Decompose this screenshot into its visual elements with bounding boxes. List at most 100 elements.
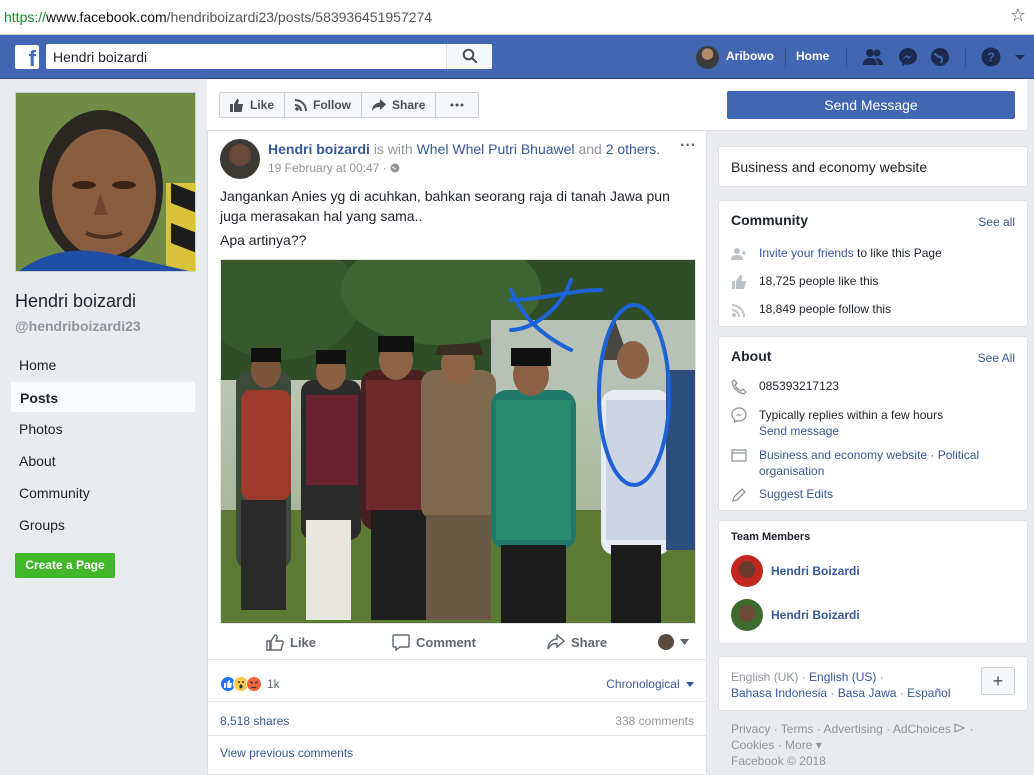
author-avatar[interactable] <box>220 139 260 179</box>
post-card: Hendri boizardi is with Whel Whel Putri … <box>207 131 708 775</box>
comments-count[interactable]: 338 comments <box>615 714 694 728</box>
team-member-avatar[interactable] <box>731 599 763 631</box>
separator: · <box>798 670 810 684</box>
language-english-us-link[interactable]: English (US) <box>809 670 876 684</box>
follows-count-text: 18,849 people follow this <box>759 302 892 316</box>
nav-community[interactable]: Community <box>10 477 196 509</box>
invite-friends-link[interactable]: Invite your friends <box>759 246 854 260</box>
divider <box>785 47 786 67</box>
about-title: About <box>731 348 772 364</box>
language-espanol-link[interactable]: Español <box>907 686 950 700</box>
rss-follow-icon <box>732 304 745 317</box>
reaction-count: 1k <box>267 677 280 691</box>
post-share-button[interactable]: Share <box>547 634 607 650</box>
angry-reaction-icon <box>246 676 262 692</box>
thumbs-up-icon <box>732 275 746 289</box>
invite-friends-row: Invite your friends to like this Page <box>731 246 1017 262</box>
about-send-message-link[interactable]: Send message <box>759 424 839 438</box>
post-like-button[interactable]: Like <box>266 634 316 651</box>
and-text: and <box>578 141 602 157</box>
about-see-all-link[interactable]: See All <box>978 351 1015 365</box>
help-icon[interactable]: ? <box>980 46 1002 68</box>
nav-about[interactable]: About <box>10 445 196 477</box>
page-category-text: Business and economy website <box>731 159 928 175</box>
about-box: About See All 085393217123 Typically rep… <box>718 336 1028 511</box>
account-menu-chevron-icon[interactable] <box>1014 54 1026 62</box>
separator: · <box>896 686 908 700</box>
nav-groups[interactable]: Groups <box>10 509 196 541</box>
user-avatar[interactable] <box>696 46 719 69</box>
tagged-person-link[interactable]: Whel Whel Putri Bhuawel <box>417 141 575 157</box>
friend-requests-icon[interactable] <box>862 46 884 68</box>
page-profile-picture[interactable] <box>15 92 196 272</box>
view-previous-comments-link[interactable]: View previous comments <box>220 746 353 760</box>
follows-row: 18,849 people follow this <box>731 302 1017 318</box>
response-time-text: Typically replies within a few hours <box>759 408 944 422</box>
home-link[interactable]: Home <box>796 49 829 63</box>
reaction-summary[interactable]: 1k <box>220 676 280 692</box>
bookmark-star-icon[interactable]: ☆ <box>1010 5 1026 26</box>
more-options-button[interactable] <box>436 93 478 117</box>
left-column: Hendri boizardi @hendriboizardi23 Home P… <box>0 79 207 775</box>
footer-links-line-2[interactable]: Cookies · More ▾ <box>731 737 1021 753</box>
post-header: Hendri boizardi is with Whel Whel Putri … <box>268 141 660 157</box>
post-date-link[interactable]: 19 February at 00:47 · <box>268 161 387 175</box>
categories-link[interactable]: Business and economy website · Political… <box>759 447 1017 479</box>
page-name[interactable]: Hendri boizardi <box>15 291 136 312</box>
team-member-name-link[interactable]: Hendri Boizardi <box>771 608 860 622</box>
adchoices-icon <box>954 723 966 733</box>
follow-label: Follow <box>313 98 352 112</box>
comment-order-dropdown[interactable]: Chronological <box>606 677 694 691</box>
post-options-icon[interactable]: ··· <box>680 137 696 155</box>
team-members-box: Team Members Hendri Boizardi Hendri Boiz… <box>718 520 1028 644</box>
search-input[interactable]: Hendri boizardi <box>53 49 147 65</box>
post-actions: Like Comment Share <box>208 624 708 660</box>
divider <box>846 47 847 67</box>
suggest-edits-link[interactable]: Suggest Edits <box>759 487 833 501</box>
profile-photo-image <box>16 93 195 271</box>
languages-box: English (UK) · English (US) · Bahasa Ind… <box>718 656 1028 711</box>
crowd-photo-image <box>221 260 695 623</box>
language-bahasa-indonesia-link[interactable]: Bahasa Indonesia <box>731 686 827 700</box>
create-page-button[interactable]: Create a Page <box>15 553 115 578</box>
team-members-title: Team Members <box>731 531 811 543</box>
send-message-button[interactable]: Send Message <box>727 91 1015 119</box>
community-see-all-link[interactable]: See all <box>978 215 1015 229</box>
team-member-name-link[interactable]: Hendri Boizardi <box>771 564 860 578</box>
post-comment-label: Comment <box>416 635 476 650</box>
language-basa-jawa-link[interactable]: Basa Jawa <box>838 686 897 700</box>
messenger-icon[interactable] <box>897 46 919 68</box>
url-host: www.facebook.com <box>46 9 167 25</box>
more-languages-button[interactable]: + <box>981 667 1015 695</box>
nav-photos[interactable]: Photos <box>10 413 196 445</box>
search-icon <box>462 48 478 64</box>
post-photo[interactable] <box>220 259 696 624</box>
footer-links-text[interactable]: Privacy · Terms · Advertising · AdChoice… <box>731 722 951 736</box>
team-member-avatar[interactable] <box>731 555 763 587</box>
category-folder-icon <box>731 449 747 462</box>
share-arrow-icon <box>372 99 387 111</box>
page-navigation: Home Posts Photos About Community Groups <box>10 349 196 541</box>
notifications-globe-icon[interactable] <box>929 46 951 68</box>
nav-posts[interactable]: Posts <box>10 381 196 413</box>
share-outline-icon <box>547 634 565 650</box>
nav-home[interactable]: Home <box>10 349 196 381</box>
facebook-logo-icon[interactable]: f <box>15 45 39 69</box>
separator: · <box>827 686 838 700</box>
others-link[interactable]: 2 others. <box>606 141 660 157</box>
author-name-link[interactable]: Hendri boizardi <box>268 141 370 157</box>
user-name-link[interactable]: Aribowo <box>726 49 774 63</box>
follow-button[interactable]: Follow <box>285 93 363 117</box>
search-button[interactable] <box>446 44 492 69</box>
share-page-button[interactable]: Share <box>362 93 437 117</box>
shares-link[interactable]: 8,518 shares <box>220 714 289 728</box>
footer-links-line-1[interactable]: Privacy · Terms · Advertising · AdChoice… <box>731 721 1021 737</box>
search-box[interactable]: Hendri boizardi <box>46 44 492 69</box>
page-handle[interactable]: @hendriboizardi23 <box>15 318 141 334</box>
post-as-selector[interactable] <box>658 634 689 650</box>
url-field[interactable]: https://www.facebook.com/hendriboizardi2… <box>4 9 432 25</box>
post-comment-button[interactable]: Comment <box>392 634 476 651</box>
like-outline-icon <box>266 634 284 651</box>
like-page-button[interactable]: Like <box>220 93 286 117</box>
phone-number-text: 085393217123 <box>759 379 840 393</box>
